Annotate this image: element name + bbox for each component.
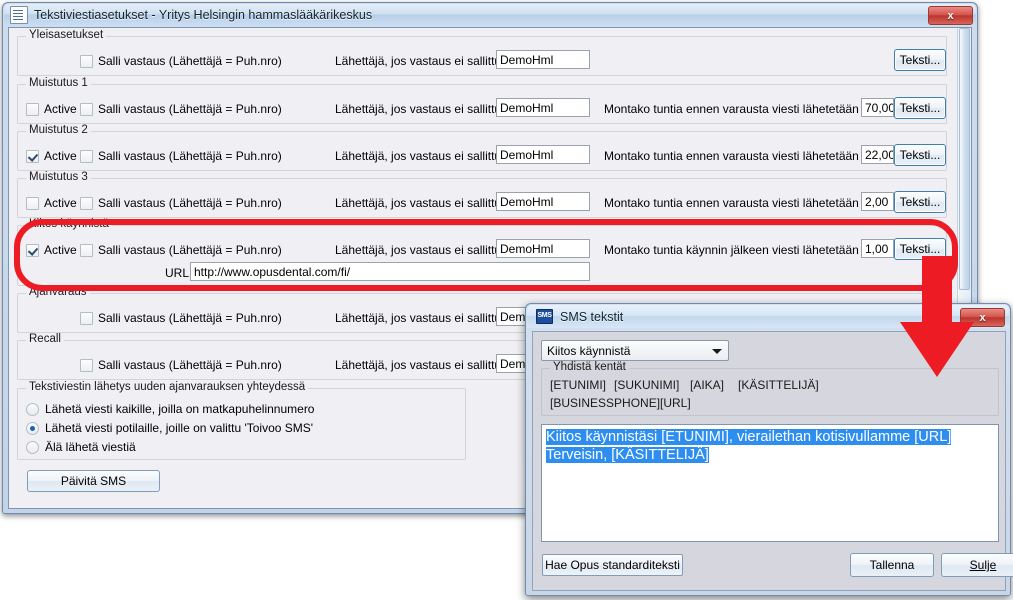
merge-field-aika[interactable]: [AIKA] xyxy=(690,378,724,392)
merge-field-kasittelija[interactable]: [KÄSITTELIJÄ] xyxy=(738,378,819,392)
section-legend: Kiitos käynnistä xyxy=(26,218,112,230)
update-sms-button[interactable]: Päivitä SMS xyxy=(27,470,160,492)
checkbox-active[interactable] xyxy=(26,102,39,116)
checkbox-active[interactable] xyxy=(26,196,39,210)
sender-label: Lähettäjä, jos vastaus ei sallittu xyxy=(335,54,502,68)
sender-input[interactable]: DemoHml xyxy=(496,50,590,69)
document-icon xyxy=(10,6,28,24)
checkbox-allow-reply[interactable] xyxy=(80,149,93,163)
section-legend: Ajanvaraus xyxy=(26,286,90,298)
hours-input[interactable]: 70,00 xyxy=(861,98,894,117)
radio-send-none[interactable] xyxy=(26,440,39,454)
section-muistutus-3: Muistutus 3 Active Salli vastaus (Lähett… xyxy=(17,171,947,218)
hours-input[interactable]: 1,00 xyxy=(861,239,894,258)
checkbox-active-label: Active xyxy=(44,196,77,210)
teksti-button[interactable]: Teksti... xyxy=(894,238,946,260)
template-select-value: Kiitos käynnistä xyxy=(547,343,631,358)
checkbox-allow-reply-label: Salli vastaus (Lähettäjä = Puh.nro) xyxy=(98,102,282,116)
hours-label: Montako tuntia ennen varausta viesti läh… xyxy=(604,149,859,163)
checkbox-allow-reply-label: Salli vastaus (Lähettäjä = Puh.nro) xyxy=(98,196,282,210)
url-input[interactable]: http://www.opusdental.com/fi/ xyxy=(190,262,590,281)
checkbox-allow-reply-label: Salli vastaus (Lähettäjä = Puh.nro) xyxy=(98,311,282,325)
checkbox-allow-reply[interactable] xyxy=(80,358,93,372)
sender-label: Lähettäjä, jos vastaus ei sallittu xyxy=(335,149,502,163)
sender-label: Lähettäjä, jos vastaus ei sallittu xyxy=(335,243,502,257)
main-window-titlebar[interactable]: Tekstiviestiasetukset - Yritys Helsingin… xyxy=(4,4,976,26)
sms-icon: SMS xyxy=(536,309,553,324)
checkbox-allow-reply[interactable] xyxy=(80,196,93,210)
section-yleisasetukset: Yleisasetukset Salli vastaus (Lähettäjä … xyxy=(17,29,947,76)
chevron-down-icon xyxy=(712,349,722,354)
sender-label: Lähettäjä, jos vastaus ei sallittu xyxy=(335,102,502,116)
close-button-label: Sulje xyxy=(969,558,997,572)
sms-dialog-titlebar[interactable]: SMS SMS tekstit x xyxy=(527,305,1009,328)
message-text-selected: Kiitos käynnistäsi [ETUNIMI], vieraileth… xyxy=(546,429,952,463)
checkbox-active[interactable] xyxy=(26,149,39,163)
checkbox-allow-reply-label: Salli vastaus (Lähettäjä = Puh.nro) xyxy=(98,149,282,163)
sender-input[interactable]: DemoHml xyxy=(496,239,590,258)
close-icon[interactable]: x xyxy=(960,308,1005,327)
sender-label: Lähettäjä, jos vastaus ei sallittu xyxy=(335,196,502,210)
merge-field-sukunimi[interactable]: [SUKUNIMI] xyxy=(614,378,679,392)
sender-input[interactable]: DemoHml xyxy=(496,145,590,164)
section-muistutus-2: Muistutus 2 Active Salli vastaus (Lähett… xyxy=(17,124,947,171)
sms-tekstit-dialog: SMS SMS tekstit x Kiitos käynnistä Yhdis… xyxy=(525,303,1013,596)
section-legend: Recall xyxy=(26,333,64,345)
merge-field-url[interactable]: [URL] xyxy=(660,396,691,410)
sender-input[interactable]: DemoHml xyxy=(496,98,590,117)
checkbox-active-label: Active xyxy=(44,243,77,257)
checkbox-active-label: Active xyxy=(44,102,77,116)
teksti-button[interactable]: Teksti... xyxy=(894,144,946,166)
checkbox-allow-reply[interactable] xyxy=(80,102,93,116)
sender-label: Lähettäjä, jos vastaus ei sallittu xyxy=(335,358,502,372)
message-textarea[interactable]: Kiitos käynnistäsi [ETUNIMI], vieraileth… xyxy=(541,424,999,542)
checkbox-allow-reply[interactable] xyxy=(80,54,93,68)
section-legend: Yleisasetukset xyxy=(26,29,107,41)
checkbox-allow-reply-label: Salli vastaus (Lähettäjä = Puh.nro) xyxy=(98,54,282,68)
section-muistutus-1: Muistutus 1 Active Salli vastaus (Lähett… xyxy=(17,77,947,124)
sms-dialog-title: SMS tekstit xyxy=(560,309,624,324)
merge-fields-group: Yhdistä kentät [ETUNIMI] [SUKUNIMI] [AIK… xyxy=(541,361,999,416)
checkbox-allow-reply[interactable] xyxy=(80,243,93,257)
url-label: URL xyxy=(165,266,190,280)
radio-send-none-label: Älä lähetä viestiä xyxy=(45,440,136,454)
close-icon[interactable]: x xyxy=(928,6,973,25)
checkbox-allow-reply-label: Salli vastaus (Lähettäjä = Puh.nro) xyxy=(98,358,282,372)
section-legend: Tekstiviestin lähetys uuden ajanvaraukse… xyxy=(26,381,309,393)
hours-input[interactable]: 22,00 xyxy=(861,145,894,164)
fetch-standard-text-button[interactable]: Hae Opus standarditeksti xyxy=(542,554,683,576)
main-window-title: Tekstiviestiasetukset - Yritys Helsingin… xyxy=(34,8,373,22)
radio-send-opted-in-label: Lähetä viesti potilaille, joille on vali… xyxy=(45,421,314,435)
checkbox-allow-reply[interactable] xyxy=(80,311,93,325)
sms-dialog-client-area: Kiitos käynnistä Yhdistä kentät [ETUNIMI… xyxy=(532,331,1013,591)
section-legend: Muistutus 2 xyxy=(26,124,91,136)
teksti-button[interactable]: Teksti... xyxy=(894,191,946,213)
checkbox-active[interactable] xyxy=(26,243,39,257)
save-button[interactable]: Tallenna xyxy=(850,553,934,577)
radio-send-opted-in[interactable] xyxy=(26,421,39,435)
hours-label: Montako tuntia ennen varausta viesti läh… xyxy=(604,102,859,116)
teksti-button[interactable]: Teksti... xyxy=(894,97,946,119)
sender-input[interactable]: DemoHml xyxy=(496,192,590,211)
hours-input[interactable]: 2,00 xyxy=(861,192,894,211)
merge-field-etunimi[interactable]: [ETUNIMI] xyxy=(550,378,606,392)
merge-field-businessphone[interactable]: [BUSINESSPHONE] xyxy=(550,396,660,410)
scrollbar-thumb[interactable] xyxy=(959,28,970,290)
section-kiitos-kaynnista: Kiitos käynnistä Active Salli vastaus (L… xyxy=(17,218,947,286)
radio-send-all-label: Lähetä viesti kaikille, joilla on matkap… xyxy=(45,402,315,416)
close-button[interactable]: Sulje xyxy=(941,553,1013,577)
checkbox-active-label: Active xyxy=(44,149,77,163)
template-select[interactable]: Kiitos käynnistä xyxy=(541,340,729,361)
section-legend: Muistutus 1 xyxy=(26,77,91,89)
sender-label: Lähettäjä, jos vastaus ei sallittu xyxy=(335,311,502,325)
checkbox-allow-reply-label: Salli vastaus (Lähettäjä = Puh.nro) xyxy=(98,243,282,257)
hours-label: Montako tuntia ennen varausta viesti läh… xyxy=(604,196,859,210)
radio-send-all[interactable] xyxy=(26,402,39,416)
merge-fields-legend: Yhdistä kentät xyxy=(550,361,629,373)
hours-label: Montako tuntia käynnin jälkeen viesti lä… xyxy=(604,243,859,257)
section-send-options: Tekstiviestin lähetys uuden ajanvaraukse… xyxy=(17,381,466,460)
section-legend: Muistutus 3 xyxy=(26,171,91,183)
teksti-button[interactable]: Teksti... xyxy=(894,49,946,71)
